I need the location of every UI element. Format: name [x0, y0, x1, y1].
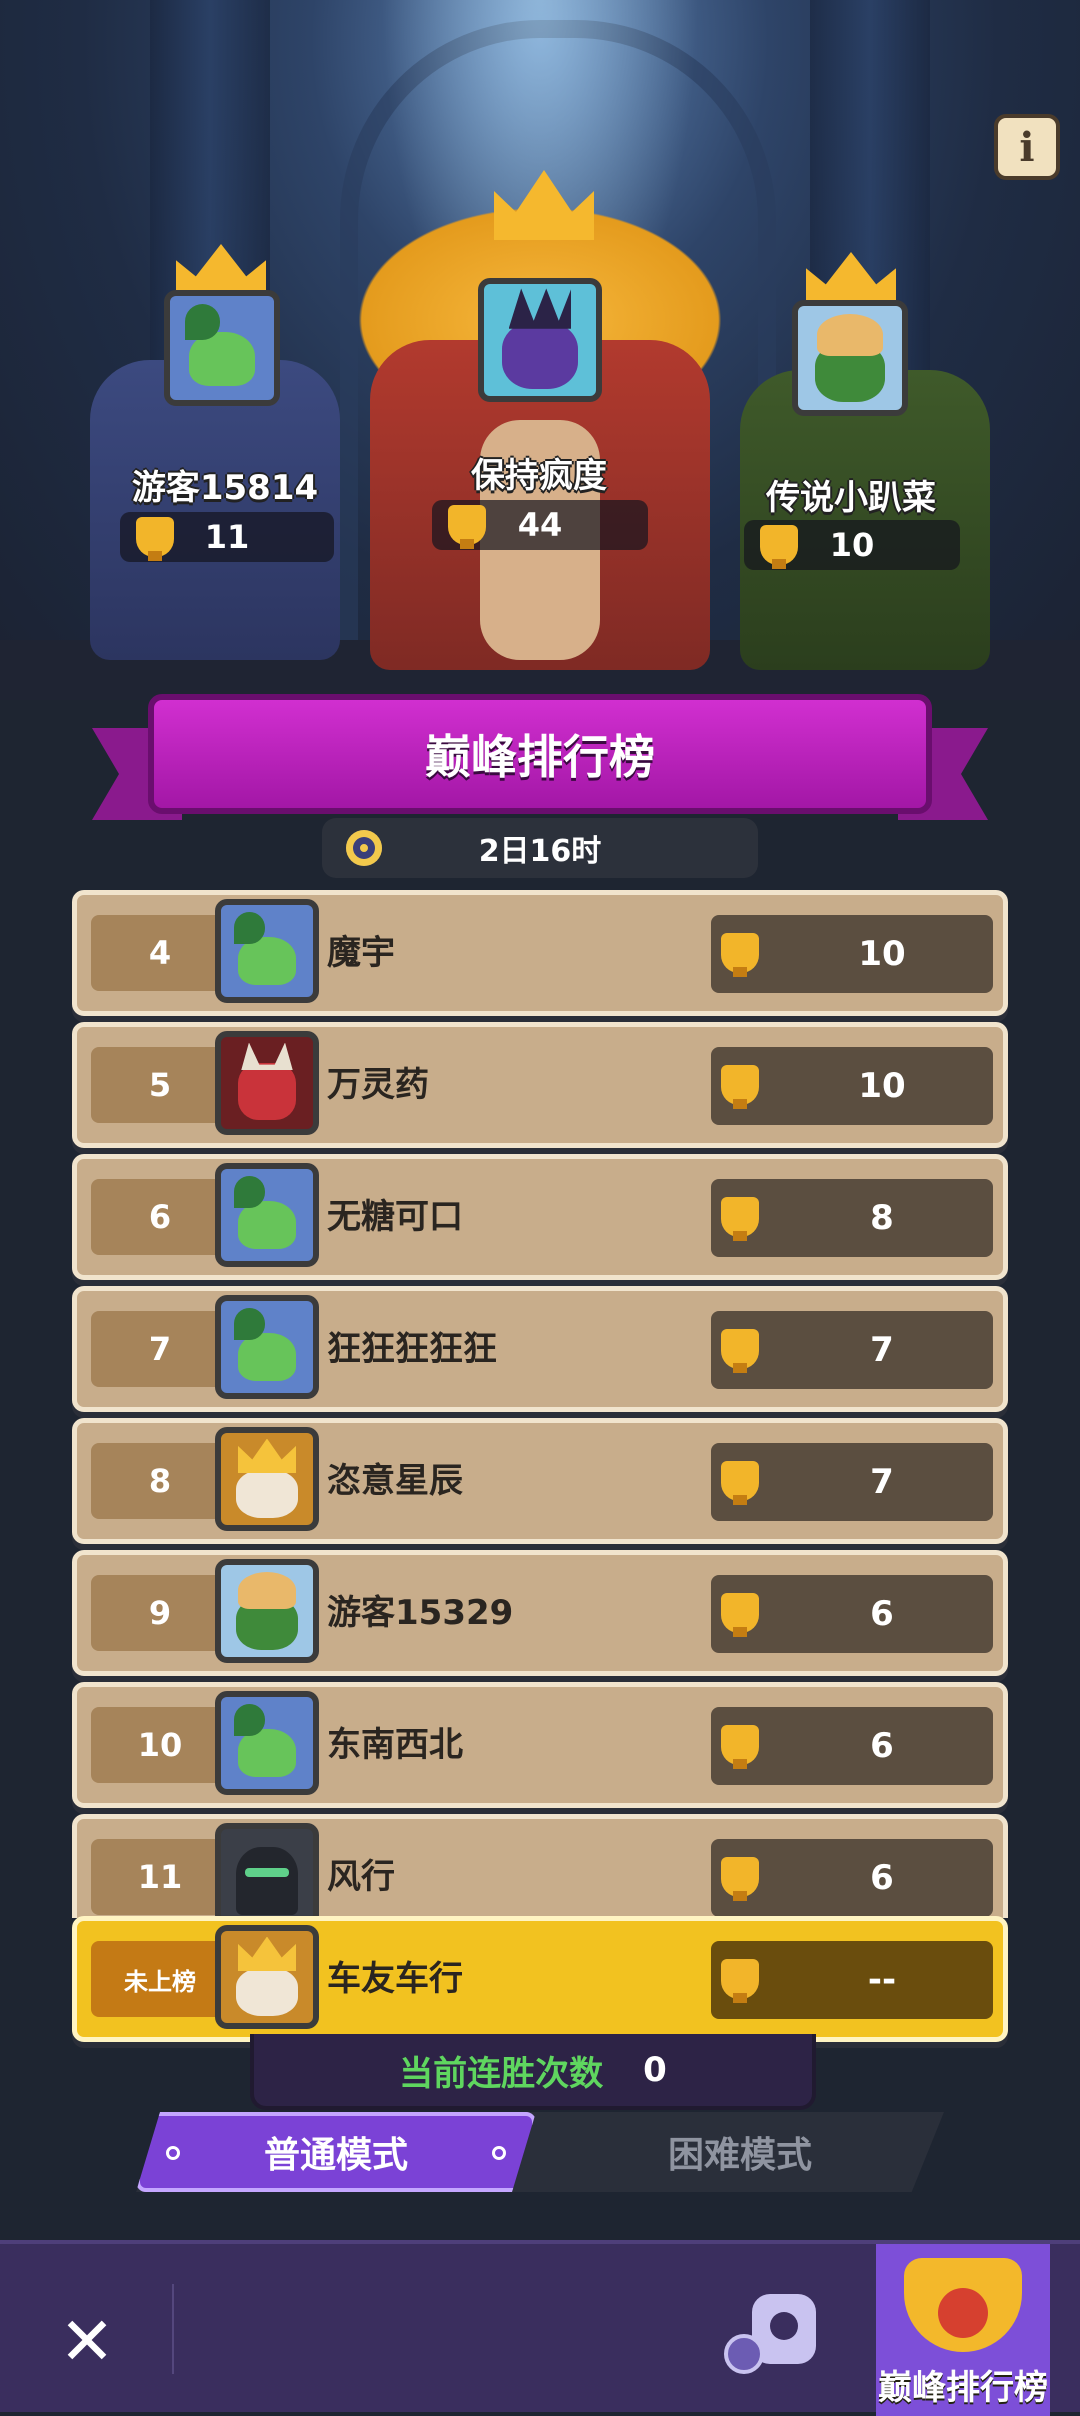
win-streak-value: 0 — [643, 2050, 667, 2090]
throne-first — [330, 170, 750, 670]
leaderboard-row[interactable]: 9 游客15329 6 — [72, 1550, 1008, 1676]
rank-badge: 9 — [91, 1575, 229, 1651]
robot-eye — [770, 2312, 798, 2340]
tab-peak-leaderboard-label: 巅峰排行榜 — [878, 2368, 1048, 2408]
player-avatar[interactable] — [215, 1031, 319, 1135]
tab-normal-mode[interactable]: 普通模式 — [136, 2112, 536, 2192]
podium-third-avatar[interactable] — [792, 300, 908, 416]
player-name: 东南西北 — [327, 1725, 463, 1765]
leaderboard-title-banner: 巅峰排行榜 — [148, 694, 932, 814]
tab-peak-leaderboard[interactable]: 巅峰排行榜 — [876, 2244, 1050, 2416]
bottom-bar: ✕ 巅峰排行榜 — [0, 2240, 1080, 2416]
season-timer: 2日16时 — [322, 818, 758, 878]
clock-icon — [724, 2334, 764, 2374]
my-avatar[interactable] — [215, 1925, 319, 2029]
player-name: 魔宇 — [327, 933, 395, 973]
podium-second-name: 游客15814 — [131, 468, 319, 508]
player-score: 6 — [711, 1839, 993, 1917]
timer-text: 2日16时 — [478, 834, 602, 869]
rank-badge: 8 — [91, 1443, 229, 1519]
podium-second-score: 11 — [120, 512, 334, 562]
player-name: 风行 — [327, 1857, 395, 1897]
player-score: 7 — [711, 1311, 993, 1389]
rank-badge: 6 — [91, 1179, 229, 1255]
trophy-icon — [721, 1857, 759, 1901]
podium-first-avatar[interactable] — [478, 278, 602, 402]
leaderboard-row[interactable]: 10 东南西北 6 — [72, 1682, 1008, 1808]
player-avatar[interactable] — [215, 1427, 319, 1531]
clock-icon — [346, 830, 382, 866]
leaderboard-row[interactable]: 11 风行 6 — [72, 1814, 1008, 1918]
rank-badge: 10 — [91, 1707, 229, 1783]
player-avatar[interactable] — [215, 899, 319, 1003]
player-name: 游客15329 — [327, 1593, 514, 1633]
player-name: 无糖可口 — [327, 1197, 463, 1237]
close-icon: ✕ — [59, 2302, 115, 2380]
info-button[interactable]: i — [994, 114, 1060, 180]
mode-tabs: 普通模式 困难模式 — [136, 2112, 944, 2192]
podium-third-name: 传说小趴菜 — [766, 478, 936, 518]
player-name: 狂狂狂狂狂 — [327, 1329, 497, 1369]
trophy-icon — [760, 525, 798, 569]
trophy-icon — [721, 1725, 759, 1769]
trophy-icon — [136, 517, 174, 561]
player-score: 6 — [711, 1575, 993, 1653]
player-avatar[interactable] — [215, 1295, 319, 1399]
leaderboard-row[interactable]: 8 恣意星辰 7 — [72, 1418, 1008, 1544]
trophy-icon — [721, 1461, 759, 1505]
leaderboard-list[interactable]: 4 魔宇 10 5 万灵药 10 6 无糖可口 8 7 狂狂狂狂狂 7 8 恣意… — [72, 890, 1008, 1918]
trophy-icon — [721, 1959, 759, 2003]
podium-first-score: 44 — [432, 500, 648, 550]
bottom-divider — [172, 2284, 174, 2374]
trophy-icon — [721, 1329, 759, 1373]
leaderboard-row[interactable]: 4 魔宇 10 — [72, 890, 1008, 1016]
my-rank-row[interactable]: 未上榜 车友车行 -- — [72, 1916, 1008, 2042]
player-avatar[interactable] — [215, 1691, 319, 1795]
player-score: 10 — [711, 1047, 993, 1125]
podium-third-score: 10 — [744, 520, 960, 570]
trophy-icon — [721, 1197, 759, 1241]
win-streak-label: 当前连胜次数 — [399, 2053, 604, 2094]
player-score: 7 — [711, 1443, 993, 1521]
leaderboard-row[interactable]: 5 万灵药 10 — [72, 1022, 1008, 1148]
player-score: 8 — [711, 1179, 993, 1257]
podium-first-name: 保持疯度 — [471, 456, 607, 496]
player-score: 10 — [711, 915, 993, 993]
my-score: -- — [711, 1941, 993, 2019]
win-streak-panel: 当前连胜次数 0 — [250, 2034, 816, 2110]
trophy-icon — [721, 1065, 759, 1109]
trophy-icon — [904, 2258, 1022, 2352]
my-rank-badge: 未上榜 — [91, 1941, 229, 2017]
podium-second-avatar[interactable] — [164, 290, 280, 406]
my-name: 车友车行 — [327, 1959, 463, 1999]
close-button[interactable]: ✕ — [50, 2302, 124, 2380]
leaderboard-title: 巅峰排行榜 — [425, 730, 655, 784]
player-score: 6 — [711, 1707, 993, 1785]
trophy-icon — [721, 933, 759, 977]
rank-badge: 11 — [91, 1839, 229, 1915]
player-avatar[interactable] — [215, 1559, 319, 1663]
rank-badge: 4 — [91, 915, 229, 991]
leaderboard-row[interactable]: 7 狂狂狂狂狂 7 — [72, 1286, 1008, 1412]
info-icon: i — [1019, 123, 1035, 171]
leaderboard-row[interactable]: 6 无糖可口 8 — [72, 1154, 1008, 1280]
trophy-icon — [448, 505, 486, 549]
player-avatar[interactable] — [215, 1823, 319, 1918]
player-name: 恣意星辰 — [327, 1461, 463, 1501]
robot-tab-button[interactable] — [724, 2274, 834, 2384]
player-avatar[interactable] — [215, 1163, 319, 1267]
tab-hard-mode[interactable]: 困难模式 — [536, 2112, 944, 2192]
player-name: 万灵药 — [327, 1065, 429, 1105]
trophy-icon — [721, 1593, 759, 1637]
rank-badge: 5 — [91, 1047, 229, 1123]
rank-badge: 7 — [91, 1311, 229, 1387]
